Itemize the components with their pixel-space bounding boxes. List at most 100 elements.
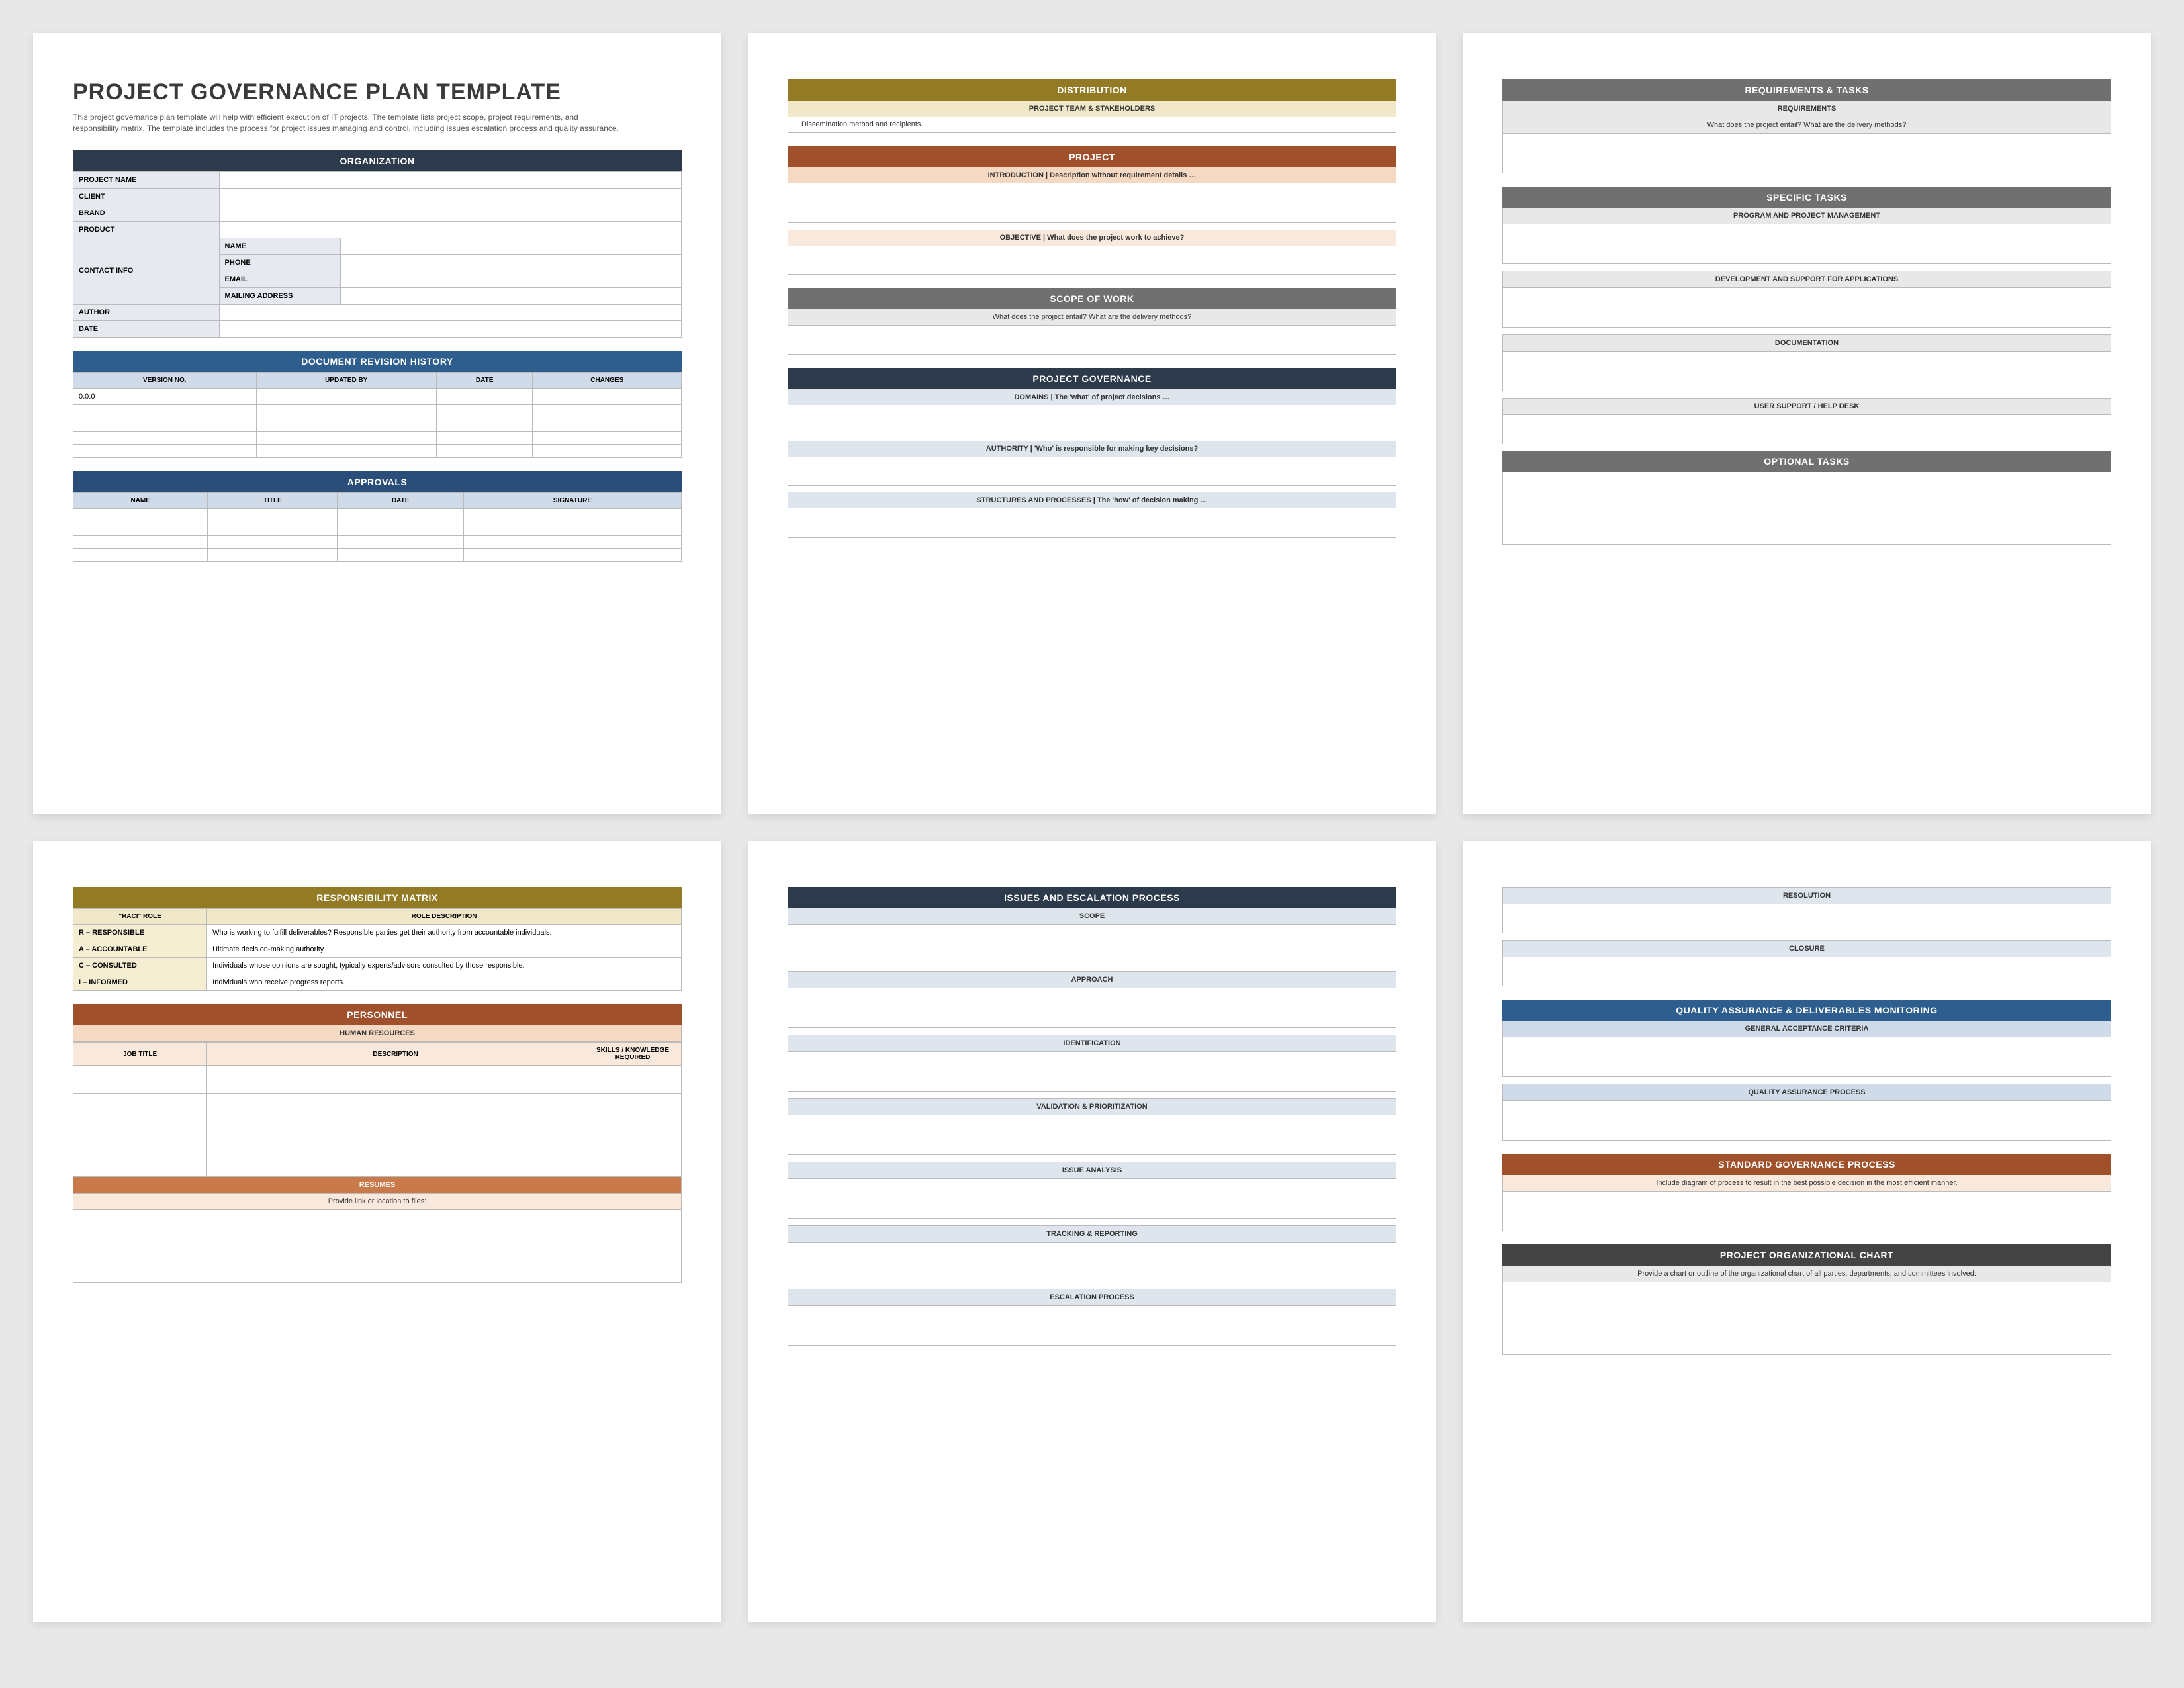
field-ci-name: NAME <box>219 238 341 254</box>
std-gov-note: Include diagram of process to result in … <box>1502 1175 2111 1192</box>
issues-escalation-content <box>788 1306 1396 1346</box>
personnel-table: JOB TITLE DESCRIPTION SKILLS / KNOWLEDGE… <box>73 1042 682 1177</box>
personnel-sub: HUMAN RESOURCES <box>73 1025 682 1042</box>
resumes-header: RESUMES <box>73 1177 682 1194</box>
issues-tracking: TRACKING & REPORTING <box>788 1225 1396 1243</box>
req-sub: REQUIREMENTS <box>1502 101 2111 117</box>
issues-header: ISSUES AND ESCALATION PROCESS <box>788 887 1396 908</box>
field-author: AUTHOR <box>73 304 220 320</box>
closure-content <box>1502 957 2111 986</box>
task-dev-support: DEVELOPMENT AND SUPPORT FOR APPLICATIONS <box>1502 271 2111 288</box>
scope-content <box>788 326 1396 355</box>
responsibility-header: RESPONSIBILITY MATRIX <box>73 887 682 908</box>
field-product: PRODUCT <box>73 221 220 238</box>
resp-col-desc: ROLE DESCRIPTION <box>207 909 682 925</box>
personnel-header: PERSONNEL <box>73 1004 682 1025</box>
qa-criteria: GENERAL ACCEPTANCE CRITERIA <box>1502 1021 2111 1037</box>
req-tasks-header: REQUIREMENTS & TASKS <box>1502 79 2111 101</box>
gov-structures-content <box>788 508 1396 538</box>
page-3: REQUIREMENTS & TASKS REQUIREMENTS What d… <box>1463 33 2151 814</box>
issues-validation-content <box>788 1115 1396 1155</box>
gov-structures: STRUCTURES AND PROCESSES | The 'how' of … <box>788 492 1396 508</box>
role-consulted: C – CONSULTED <box>73 958 207 974</box>
issues-identification: IDENTIFICATION <box>788 1035 1396 1052</box>
doc-subtitle: This project governance plan template wi… <box>73 112 621 134</box>
objective-label: OBJECTIVE | What does the project work t… <box>788 230 1396 246</box>
role-informed-desc: Individuals who receive progress reports… <box>207 974 682 991</box>
org-chart-header: PROJECT ORGANIZATIONAL CHART <box>1502 1244 2111 1266</box>
distribution-note: Dissemination method and recipients. <box>788 117 1396 133</box>
pers-col-job: JOB TITLE <box>73 1043 207 1066</box>
std-gov-content <box>1502 1192 2111 1231</box>
qa-process: QUALITY ASSURANCE PROCESS <box>1502 1084 2111 1101</box>
gov-domains-content <box>788 405 1396 434</box>
gov-domains: DOMAINS | The 'what' of project decision… <box>788 389 1396 405</box>
role-consulted-desc: Individuals whose opinions are sought, t… <box>207 958 682 974</box>
project-header: PROJECT <box>788 146 1396 167</box>
field-ci-phone: PHONE <box>219 254 341 271</box>
resp-col-role: "RACI" ROLE <box>73 909 207 925</box>
issues-analysis-content <box>788 1179 1396 1219</box>
intro-content <box>788 183 1396 223</box>
issues-approach-content <box>788 988 1396 1028</box>
appr-col-title: TITLE <box>208 492 338 508</box>
task3-content <box>1502 352 2111 391</box>
organization-header: ORGANIZATION <box>73 150 682 171</box>
issues-validation: VALIDATION & PRIORITIZATION <box>788 1098 1396 1115</box>
closure-label: CLOSURE <box>1502 940 2111 957</box>
gov-authority-content <box>788 457 1396 486</box>
field-date: DATE <box>73 320 220 337</box>
issues-analysis: ISSUE ANALYSIS <box>788 1162 1396 1179</box>
field-contact-info: CONTACT INFO <box>73 238 220 304</box>
organization-table: PROJECT NAME CLIENT BRAND PRODUCT CONTAC… <box>73 171 682 338</box>
appr-col-name: NAME <box>73 492 208 508</box>
rev-row-value: 0.0.0 <box>73 388 257 404</box>
scope-note: What does the project entail? What are t… <box>788 309 1396 326</box>
field-client: CLIENT <box>73 188 220 205</box>
approvals-table: NAME TITLE DATE SIGNATURE <box>73 492 682 562</box>
rev-col-changes: CHANGES <box>533 372 682 388</box>
intro-label: INTRODUCTION | Description without requi… <box>788 167 1396 183</box>
resolution-content <box>1502 904 2111 933</box>
approvals-header: APPROVALS <box>73 471 682 492</box>
task4-content <box>1502 415 2111 444</box>
gov-authority: AUTHORITY | 'Who' is responsible for mak… <box>788 441 1396 457</box>
appr-col-signature: SIGNATURE <box>463 492 681 508</box>
std-gov-header: STANDARD GOVERNANCE PROCESS <box>1502 1154 2111 1175</box>
revision-header: DOCUMENT REVISION HISTORY <box>73 351 682 372</box>
field-project-name: PROJECT NAME <box>73 171 220 188</box>
rev-col-updatedby: UPDATED BY <box>256 372 436 388</box>
doc-title: PROJECT GOVERNANCE PLAN TEMPLATE <box>73 79 682 105</box>
governance-header: PROJECT GOVERNANCE <box>788 368 1396 389</box>
task-program-mgmt: PROGRAM AND PROJECT MANAGEMENT <box>1502 208 2111 224</box>
pers-col-desc: DESCRIPTION <box>207 1043 584 1066</box>
req-content <box>1502 134 2111 173</box>
qa-process-content <box>1502 1101 2111 1141</box>
template-preview-grid: PROJECT GOVERNANCE PLAN TEMPLATE This pr… <box>33 33 2151 1622</box>
issues-tracking-content <box>788 1243 1396 1282</box>
specific-tasks-header: SPECIFIC TASKS <box>1502 187 2111 208</box>
appr-col-date: DATE <box>338 492 463 508</box>
role-accountable: A – ACCOUNTABLE <box>73 941 207 958</box>
distribution-sub: PROJECT TEAM & STAKEHOLDERS <box>788 101 1396 117</box>
field-brand: BRAND <box>73 205 220 221</box>
revision-table: VERSION NO. UPDATED BY DATE CHANGES 0.0.… <box>73 372 682 458</box>
optional-tasks-content <box>1502 472 2111 545</box>
org-chart-content <box>1502 1282 2111 1355</box>
rev-col-date: DATE <box>436 372 533 388</box>
page-4: RESPONSIBILITY MATRIX "RACI" ROLE ROLE D… <box>33 841 721 1622</box>
role-informed: I – INFORMED <box>73 974 207 991</box>
objective-content <box>788 246 1396 275</box>
issues-scope-content <box>788 925 1396 964</box>
task1-content <box>1502 224 2111 264</box>
issues-scope: SCOPE <box>788 908 1396 925</box>
pers-col-skills: SKILLS / KNOWLEDGE REQUIRED <box>584 1043 681 1066</box>
page-6: RESOLUTION CLOSURE QUALITY ASSURANCE & D… <box>1463 841 2151 1622</box>
role-responsible: R – RESPONSIBLE <box>73 925 207 941</box>
issues-identification-content <box>788 1052 1396 1092</box>
page-5: ISSUES AND ESCALATION PROCESS SCOPE APPR… <box>748 841 1436 1622</box>
resolution-label: RESOLUTION <box>1502 887 2111 904</box>
scope-header: SCOPE OF WORK <box>788 288 1396 309</box>
rev-col-version: VERSION NO. <box>73 372 257 388</box>
responsibility-table: "RACI" ROLE ROLE DESCRIPTION R – RESPONS… <box>73 908 682 991</box>
